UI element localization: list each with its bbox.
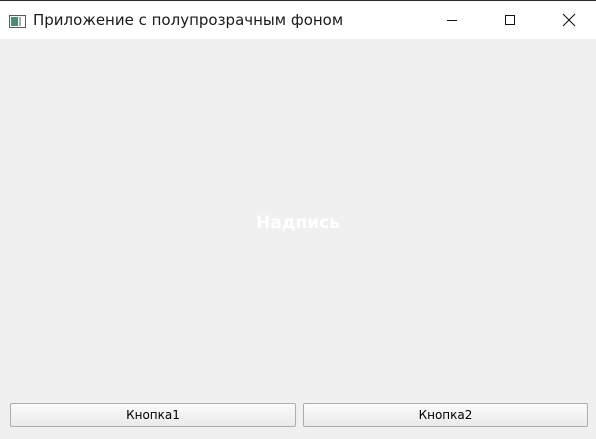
center-label: Надпись [256,213,340,233]
app-window: Приложение с полупрозрачным фоном Надпис… [0,0,596,439]
maximize-button[interactable] [487,1,533,39]
minimize-button[interactable] [429,1,475,39]
app-window-icon[interactable] [9,13,26,28]
close-button[interactable] [546,1,592,39]
button-2[interactable]: Кнопка2 [303,403,588,427]
window-title: Приложение с полупрозрачным фоном [33,11,344,29]
minimize-icon [447,20,457,21]
title-bar[interactable]: Приложение с полупрозрачным фоном [0,1,596,39]
maximize-icon [505,15,515,25]
client-area: Надпись Кнопка1 Кнопка2 [0,39,596,439]
button-1[interactable]: Кнопка1 [10,403,296,427]
close-icon [562,13,576,27]
